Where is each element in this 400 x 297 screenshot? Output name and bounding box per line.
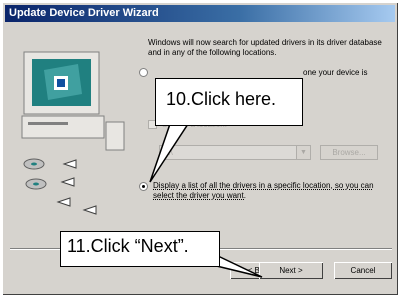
callout-step11: 11.Click “Next”. xyxy=(60,231,220,267)
